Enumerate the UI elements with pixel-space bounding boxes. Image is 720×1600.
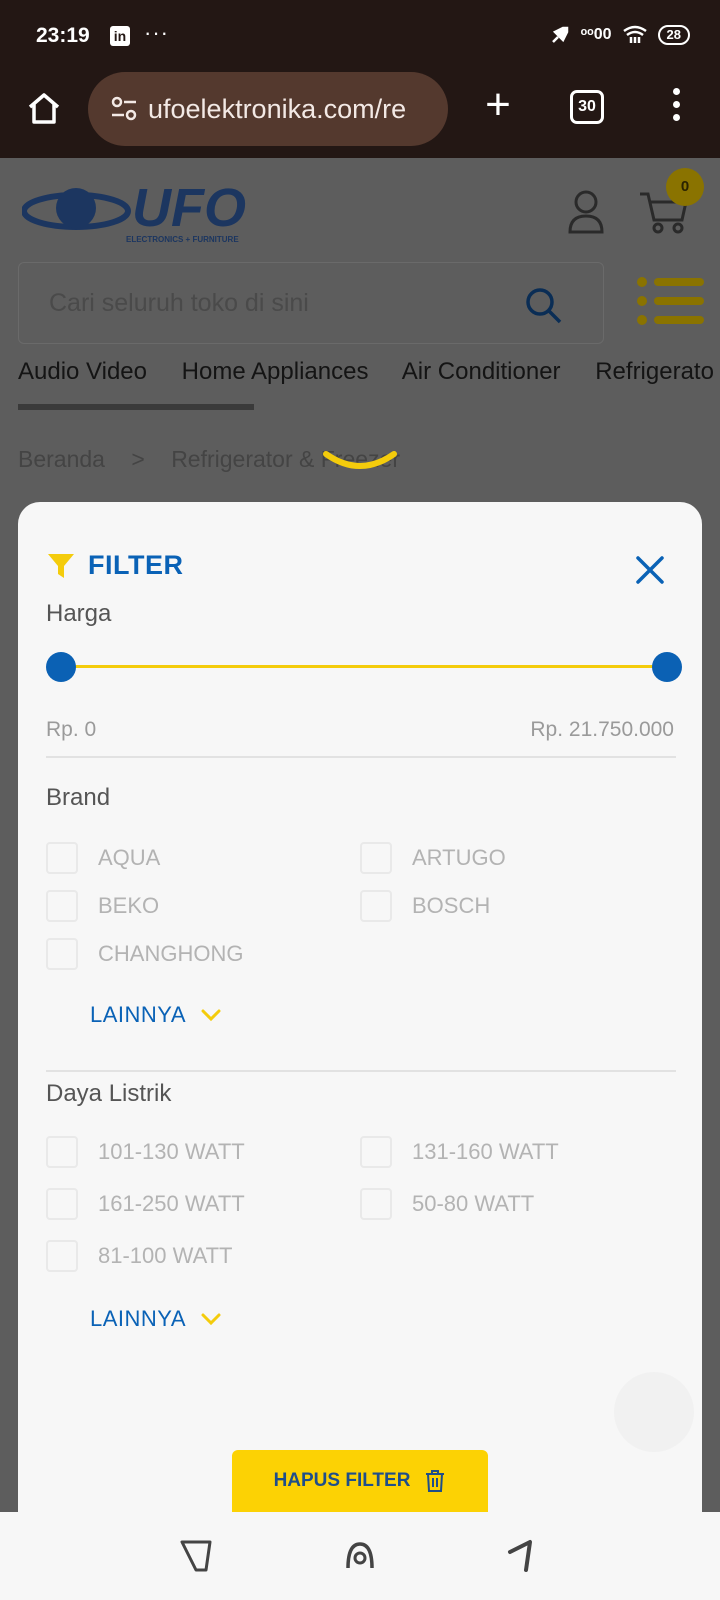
status-indicators: ᵒᵒ00 28 (549, 24, 690, 46)
divider (46, 756, 676, 758)
price-section-title: Harga (46, 600, 112, 627)
user-account-icon[interactable] (566, 188, 606, 234)
power-section-title: Daya Listrik (46, 1080, 172, 1107)
category-menu-icon[interactable] (636, 276, 706, 326)
checkbox-label: ARTUGO (412, 845, 506, 870)
breadcrumb-home[interactable]: Beranda (18, 446, 105, 472)
brand-checkbox-changhong[interactable]: CHANGHONG (46, 938, 243, 970)
price-min-label: Rp. 0 (46, 718, 97, 741)
power-checkbox-161-250[interactable]: 161-250 WATT (46, 1188, 245, 1220)
checkbox-label: BOSCH (412, 893, 491, 918)
power-checkbox-101-130[interactable]: 101-130 WATT (46, 1136, 245, 1168)
search-input[interactable]: Cari seluruh toko di sini (18, 262, 604, 344)
filter-header: FILTER (46, 550, 183, 581)
slider-min-handle[interactable] (46, 652, 76, 682)
price-range-slider[interactable] (46, 652, 682, 682)
breadcrumb-separator: > (131, 446, 145, 472)
checkbox-label: 161-250 WATT (98, 1191, 245, 1216)
brand-section-title: Brand (46, 784, 111, 811)
brand-show-more-button[interactable]: LAINNYA (90, 1002, 222, 1028)
brand-checkbox-bosch[interactable]: BOSCH (360, 890, 490, 922)
browser-toolbar: ufoelektronika.com/re + 30 (0, 70, 720, 158)
checkbox-label: 101-130 WATT (98, 1139, 245, 1164)
linkedin-icon: in (110, 26, 130, 46)
slider-track (60, 665, 664, 668)
nav-audio-video[interactable]: Audio Video (18, 358, 147, 385)
checkbox[interactable] (360, 1188, 392, 1220)
clear-filter-button[interactable]: HAPUS FILTER (232, 1450, 488, 1512)
price-max-label: Rp. 21.750.000 (530, 718, 674, 741)
slider-max-handle[interactable] (652, 652, 682, 682)
address-bar[interactable]: ufoelektronika.com/re (88, 72, 448, 146)
more-notifications-icon: ··· (144, 20, 169, 45)
new-tab-button[interactable]: + (476, 83, 520, 130)
ufo-logo: UFO ELECTRONICS + FURNITURE (22, 178, 246, 244)
recents-nav-icon[interactable] (504, 1538, 540, 1574)
checkbox[interactable] (360, 890, 392, 922)
rocket-icon (551, 26, 568, 43)
brand-checkbox-beko[interactable]: BEKO (46, 890, 159, 922)
category-nav: Audio Video Home Appliances Air Conditio… (18, 358, 720, 386)
divider (46, 1070, 676, 1072)
checkbox[interactable] (46, 938, 78, 970)
chevron-down-icon (201, 1313, 221, 1326)
nav-home-appliances[interactable]: Home Appliances (182, 358, 369, 385)
nav-air-conditioner[interactable]: Air Conditioner (402, 358, 561, 385)
home-nav-icon[interactable] (342, 1538, 378, 1574)
checkbox-label: BEKO (98, 893, 160, 918)
brand-checkbox-aqua[interactable]: AQUA (46, 842, 160, 874)
checkbox[interactable] (46, 1188, 78, 1220)
nav-scroll-indicator (18, 404, 254, 410)
clear-filter-label: HAPUS FILTER (273, 1470, 411, 1491)
home-icon[interactable] (24, 88, 64, 128)
back-nav-icon[interactable] (178, 1538, 214, 1574)
status-time: 23:19 (36, 24, 90, 47)
url-text: ufoelektronika.com/re (148, 94, 407, 124)
wifi-icon (622, 25, 647, 43)
filter-title: FILTER (88, 550, 184, 580)
cart-count-badge: 0 (666, 168, 704, 206)
checkbox-label: 50-80 WATT (412, 1191, 535, 1216)
checkbox[interactable] (46, 890, 78, 922)
system-navigation-bar (0, 1512, 720, 1600)
tab-switcher-button[interactable]: 30 (570, 90, 604, 124)
checkbox[interactable] (46, 1136, 78, 1168)
trash-icon (426, 1470, 445, 1492)
close-icon[interactable] (632, 552, 668, 588)
show-more-label: LAINNYA (90, 1002, 187, 1027)
signal-icon: ᵒᵒ00 (580, 26, 612, 43)
battery-icon: 28 (657, 25, 690, 45)
checkbox[interactable] (360, 842, 392, 874)
power-checkbox-50-80[interactable]: 50-80 WATT (360, 1188, 534, 1220)
checkbox[interactable] (46, 842, 78, 874)
checkbox[interactable] (46, 1240, 78, 1272)
status-bar: 23:19 in ··· ᵒᵒ00 28 (0, 0, 720, 70)
power-show-more-button[interactable]: LAINNYA (90, 1306, 222, 1332)
checkbox-label: AQUA (98, 845, 161, 870)
logo-text: UFO (132, 178, 246, 238)
chevron-down-icon (201, 1009, 221, 1022)
show-more-label: LAINNYA (90, 1306, 187, 1331)
filter-icon (48, 553, 74, 578)
checkbox-label: 81-100 WATT (98, 1243, 233, 1268)
overflow-menu-icon[interactable] (668, 88, 684, 128)
collapse-chevron-icon[interactable] (322, 448, 398, 478)
chat-fab[interactable] (614, 1372, 694, 1452)
logo-subtext: ELECTRONICS + FURNITURE (126, 235, 239, 244)
search-placeholder: Cari seluruh toko di sini (49, 289, 309, 317)
search-icon[interactable] (523, 285, 563, 325)
checkbox-label: CHANGHONG (98, 941, 244, 966)
brand-checkbox-artugo[interactable]: ARTUGO (360, 842, 506, 874)
nav-refrigerator[interactable]: Refrigerato (595, 358, 714, 385)
site-settings-icon[interactable] (110, 96, 138, 122)
filter-panel: FILTER Harga Rp. 0 Rp. 21.750.000 Brand … (18, 502, 702, 1512)
checkbox-label: 131-160 WATT (412, 1139, 559, 1164)
checkbox[interactable] (360, 1136, 392, 1168)
power-checkbox-81-100[interactable]: 81-100 WATT (46, 1240, 232, 1272)
power-checkbox-131-160[interactable]: 131-160 WATT (360, 1136, 559, 1168)
